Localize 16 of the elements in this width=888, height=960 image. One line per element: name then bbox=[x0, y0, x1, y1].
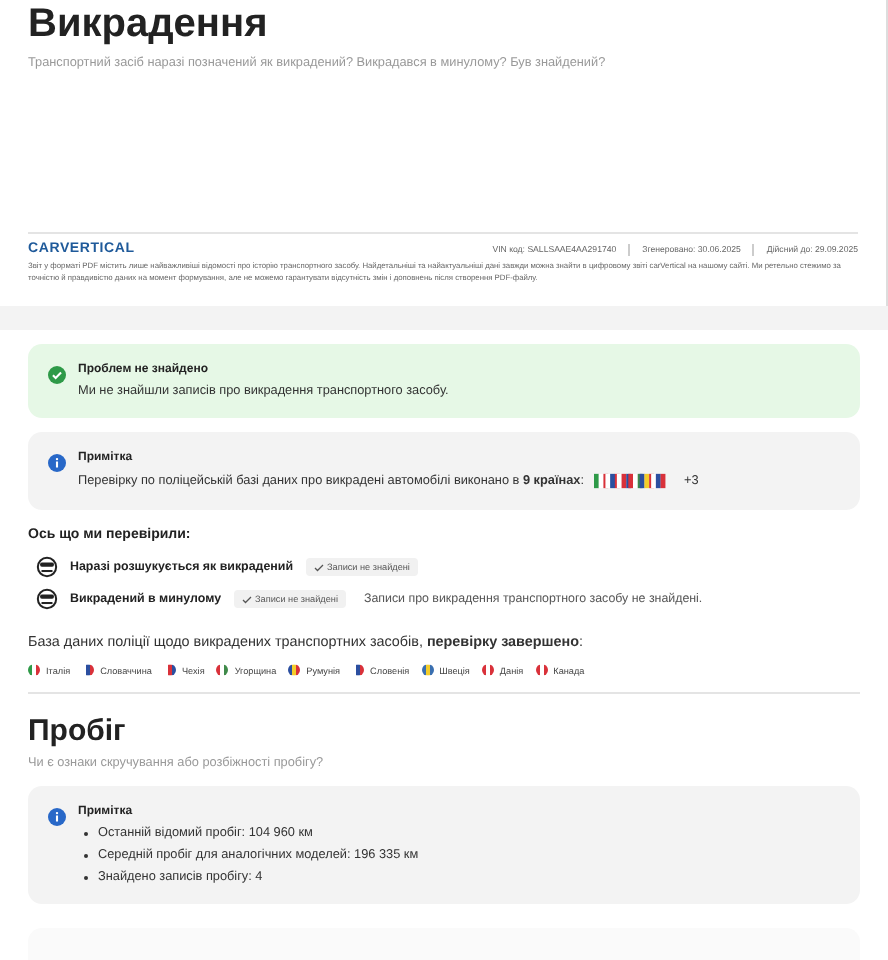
flag-icon bbox=[421, 664, 434, 676]
flag-icon bbox=[216, 664, 229, 676]
check-icon bbox=[241, 595, 252, 603]
info-icon bbox=[48, 808, 66, 826]
check-icon bbox=[48, 366, 66, 384]
flag-icon bbox=[481, 664, 494, 676]
flag-icon bbox=[28, 664, 40, 676]
flag-icon bbox=[82, 664, 95, 676]
info-icon bbox=[48, 454, 66, 472]
section-title: Пробіг bbox=[28, 714, 128, 748]
flag-icon bbox=[163, 664, 176, 676]
flag-icon bbox=[352, 664, 365, 676]
section-title: Викрадення bbox=[28, 0, 270, 48]
flag-icon bbox=[288, 664, 301, 676]
flag-icon bbox=[535, 664, 548, 676]
check-icon bbox=[313, 563, 323, 571]
